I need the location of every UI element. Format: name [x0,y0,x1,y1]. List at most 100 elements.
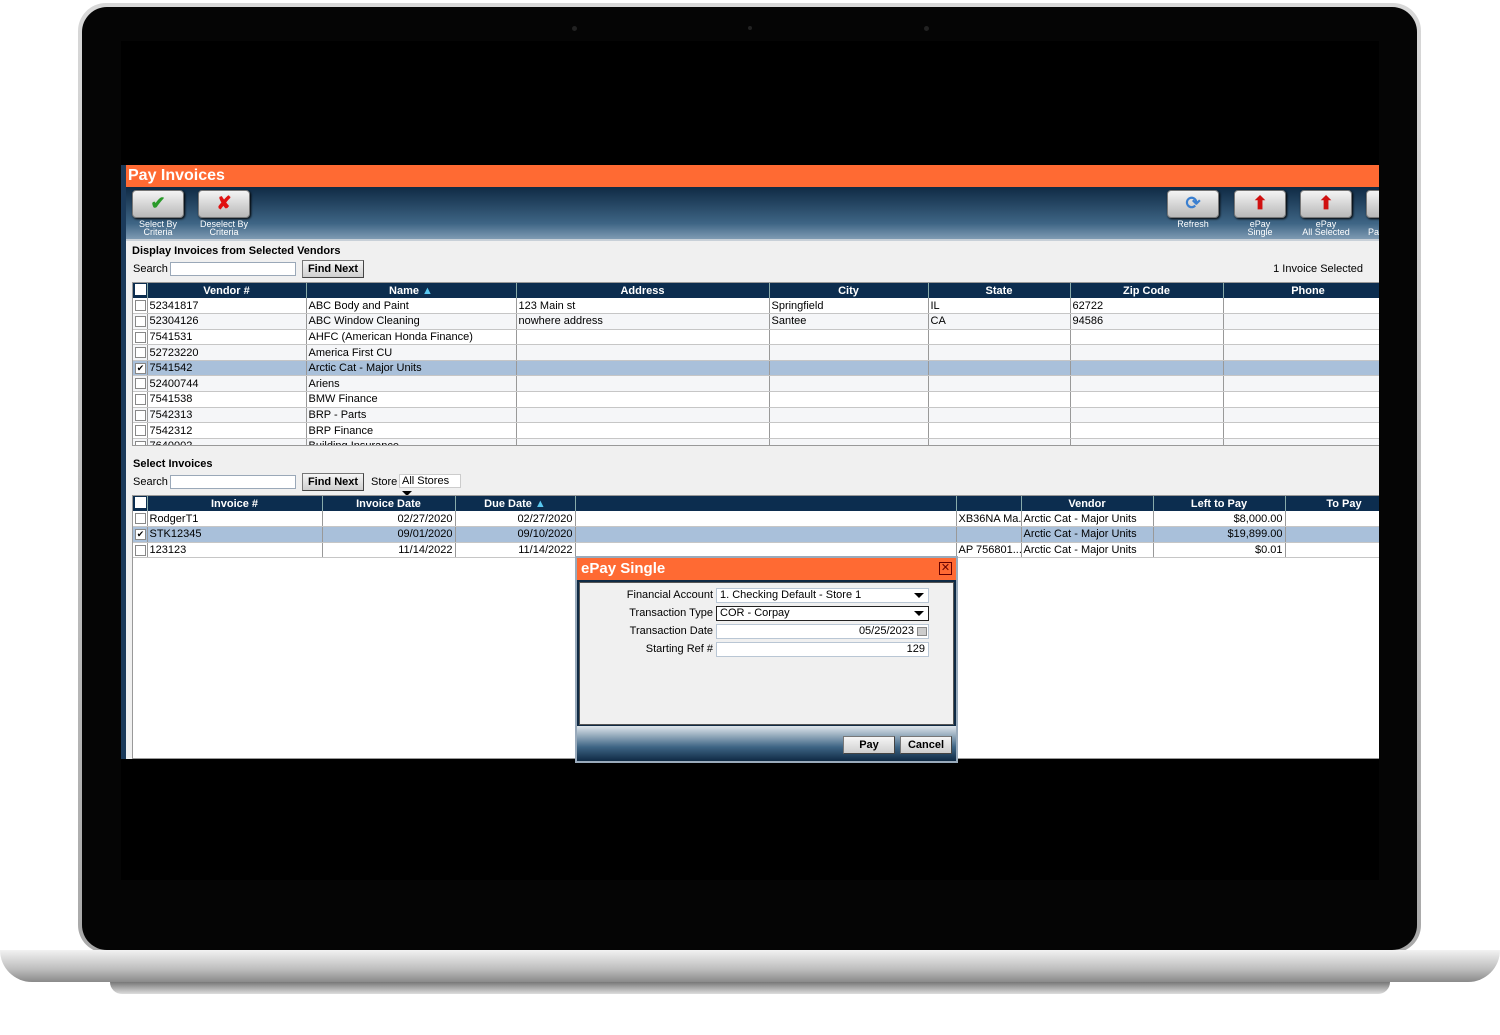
table-row[interactable]: 52341817 ABC Body and Paint 123 Main st Spr… [133,298,1379,315]
epay-icon: ⬆ [1252,193,1268,213]
table-row[interactable]: 7541531 AHFC (American Honda Finance) [133,329,1379,346]
vendor-column-header[interactable]: Name ▲ [306,283,517,298]
table-cell: Santee [769,313,929,330]
row-checkbox-cell[interactable] [133,298,148,315]
table-cell: Springfield [769,298,929,315]
table-row[interactable]: RodgerT1 02/27/2020 02/27/2020 XB36NA Ma...… [133,511,1379,528]
vendor-find-next-button[interactable]: Find Next [302,260,364,278]
table-cell: Ariens [306,375,517,393]
table-cell: BMW Finance [306,391,517,408]
vendor-column-header[interactable]: Zip Code [1070,283,1224,298]
epay-all-selected-button[interactable]: ⬆ [1300,190,1352,218]
row-checkbox-cell[interactable] [133,511,148,528]
calendar-icon[interactable] [917,627,927,636]
invoice-column-header[interactable]: Invoice Date [322,496,456,511]
checkbox[interactable] [135,283,146,295]
table-row[interactable]: 7542313 BRP - Parts [133,407,1379,424]
table-row[interactable]: 52723220 America First CU [133,344,1379,361]
form-row: Transaction Type COR - Corpay [580,606,955,622]
row-checkbox[interactable] [135,513,146,525]
invoice-column-header[interactable]: Vendor [1021,496,1154,511]
pay-button-partial[interactable] [1366,190,1379,218]
deselect-by-criteria-button[interactable]: ✘ [198,190,250,218]
vendor-column-header[interactable]: Phone [1223,283,1379,298]
chevron-down-icon [914,611,924,616]
dialog-title: ePay Single [577,558,956,580]
row-checkbox[interactable]: ✔ [135,528,146,540]
row-checkbox[interactable] [135,544,146,556]
table-row[interactable]: 52304126 ABC Window Cleaning nowhere addre… [133,313,1379,330]
column-label: Due Date [484,497,532,510]
row-checkbox-cell[interactable] [133,313,148,330]
table-cell: 7542313 [147,407,307,424]
table-cell [769,391,929,408]
row-checkbox[interactable] [135,347,146,359]
invoice-search-input[interactable] [170,475,296,489]
table-cell [1070,375,1224,393]
vendor-column-header[interactable]: City [769,283,929,298]
x-icon: ✘ [216,193,232,213]
table-cell: 52341817 [147,298,307,315]
field-input[interactable]: 05/25/2023 [716,624,929,639]
invoice-column-header[interactable] [956,496,1022,511]
table-row[interactable]: ✔ 7541542 Arctic Cat - Major Units [133,360,1379,377]
vendor-column-header[interactable]: State [928,283,1071,298]
row-checkbox[interactable] [135,425,146,437]
epay-single-label: ePay Single [1247,219,1273,237]
table-cell [769,422,929,439]
row-checkbox[interactable] [135,440,146,445]
row-checkbox-cell[interactable] [133,438,148,445]
vendor-column-header[interactable]: Address [516,283,770,298]
row-checkbox-cell[interactable] [133,329,148,346]
row-checkbox[interactable] [135,300,146,312]
close-icon[interactable]: ✕ [939,562,952,575]
field-select[interactable]: COR - Corpay [716,606,929,621]
invoice-column-header[interactable]: Due Date ▲ [455,496,576,511]
invoice-find-next-button[interactable]: Find Next [302,473,364,491]
refresh-button[interactable]: ⟳ [1167,190,1219,218]
store-select[interactable]: All Stores [399,474,461,496]
field-select[interactable]: 1. Checking Default - Store 1 [716,588,929,603]
cancel-button[interactable]: Cancel [900,736,952,754]
checkbox[interactable] [135,496,146,508]
pay-button[interactable]: Pay [843,736,895,754]
table-cell: Arctic Cat - Major Units [1021,526,1154,543]
table-cell [928,438,1071,445]
table-row[interactable]: 52400744 Ariens [133,375,1379,393]
row-checkbox-cell[interactable] [133,422,148,439]
select-all-checkbox[interactable] [133,283,148,298]
table-row[interactable]: ✔ STK12345 09/01/2020 09/10/2020 Arctic Cat … [133,526,1379,543]
table-row[interactable]: 7541538 BMW Finance [133,391,1379,408]
column-label: City [838,284,859,297]
row-checkbox[interactable] [135,393,146,405]
row-checkbox[interactable]: ✔ [135,362,146,374]
invoice-column-header[interactable]: To Pay [1285,496,1379,511]
table-cell: nowhere address [516,313,770,330]
row-checkbox-cell[interactable]: ✔ [133,360,148,377]
table-row[interactable]: 7542312 BRP Finance [133,422,1379,439]
row-checkbox[interactable] [135,315,146,327]
table-cell: 123 Main st [516,298,770,315]
row-checkbox-cell[interactable] [133,542,148,559]
row-checkbox[interactable] [135,409,146,421]
row-checkbox-cell[interactable] [133,375,148,393]
table-cell [1223,298,1379,315]
vendor-search-input[interactable] [170,262,296,276]
vendor-column-header[interactable]: Vendor # [147,283,307,298]
table-row[interactable]: 7640002Building Insurance [133,438,1379,445]
invoice-column-header[interactable]: Left to Pay [1153,496,1286,511]
epay-single-button[interactable]: ⬆ [1234,190,1286,218]
row-checkbox-cell[interactable]: ✔ [133,526,148,543]
select-by-criteria-button[interactable]: ✔ [132,190,184,218]
select-all-checkbox[interactable] [133,496,148,511]
invoice-column-header[interactable] [575,496,957,511]
invoice-column-header[interactable]: Invoice # [147,496,323,511]
table-cell: 09/01/2020 [322,526,456,543]
row-checkbox-cell[interactable] [133,407,148,424]
row-checkbox-cell[interactable] [133,344,148,361]
row-checkbox[interactable] [135,331,146,343]
row-checkbox-cell[interactable] [133,391,148,408]
column-label: Invoice Date [356,497,421,510]
row-checkbox[interactable] [135,378,146,390]
field-input[interactable]: 129 [716,642,929,657]
